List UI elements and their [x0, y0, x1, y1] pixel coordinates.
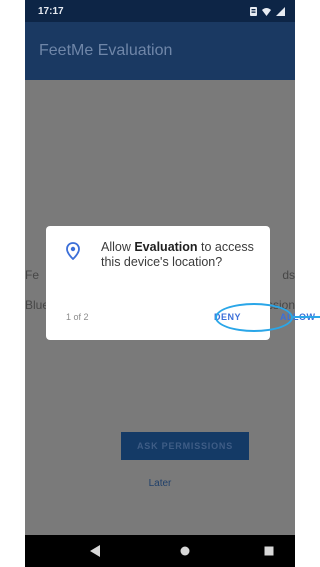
permission-dialog: Allow Evaluation to access this device's…: [46, 226, 315, 340]
dialog-counter: 1 of 2: [66, 312, 89, 322]
callout-line: [293, 316, 320, 318]
ask-permissions-button[interactable]: ASK PERMISSIONS: [121, 432, 249, 460]
navigation-bar: [25, 535, 295, 567]
deny-button[interactable]: DENY: [214, 312, 241, 322]
wifi-icon: [262, 7, 271, 16]
background-text-right-1: ds: [282, 268, 295, 282]
status-bar: 17:17: [25, 0, 295, 22]
location-pin-icon: [66, 242, 80, 265]
signal-icon: [276, 6, 285, 16]
background-text-right-2: ssion: [266, 298, 295, 312]
dialog-message-prefix: Allow: [101, 240, 135, 254]
dialog-app-name: Evaluation: [134, 240, 198, 254]
back-triangle-icon[interactable]: [88, 544, 102, 558]
background-text-left-1: Fe: [25, 268, 40, 282]
notification-icon: [250, 6, 257, 16]
dialog-message: Allow Evaluation to access this device's…: [101, 240, 261, 270]
recent-square-icon[interactable]: [262, 544, 276, 558]
later-link[interactable]: Later: [25, 478, 295, 489]
app-title: FeetMe Evaluation: [39, 42, 173, 59]
status-icons: [250, 6, 285, 16]
status-time: 17:17: [38, 5, 64, 17]
home-circle-icon[interactable]: [178, 544, 192, 558]
app-bar: FeetMe Evaluation: [25, 22, 295, 80]
